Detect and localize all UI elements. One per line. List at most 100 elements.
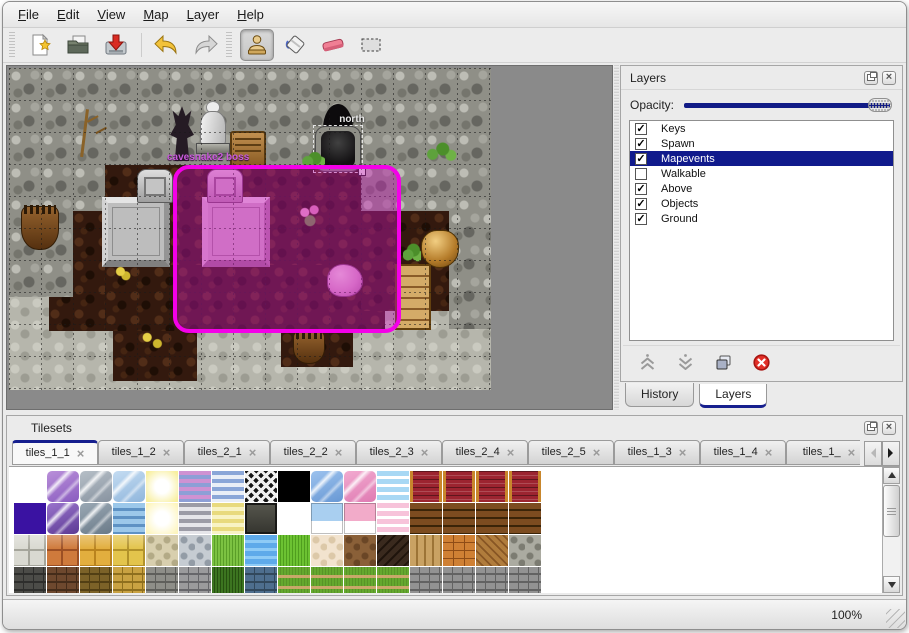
palette-tile[interactable] — [113, 567, 145, 594]
scroll-down-button[interactable] — [883, 576, 900, 593]
palette-tile[interactable] — [509, 471, 541, 502]
palette-tile[interactable] — [344, 567, 376, 594]
close-tab-icon[interactable]: × — [679, 446, 687, 459]
vertical-splitter[interactable] — [613, 65, 620, 410]
palette-tile[interactable] — [476, 471, 508, 502]
dock-tab-layers[interactable]: Layers — [699, 384, 767, 408]
toolbar-drag-grip[interactable] — [9, 32, 15, 58]
palette-tile[interactable] — [179, 471, 211, 502]
close-tab-icon[interactable]: × — [593, 446, 601, 459]
palette-tile[interactable] — [179, 535, 211, 566]
eraser-tool-button[interactable] — [316, 29, 350, 61]
palette-tile[interactable] — [47, 503, 79, 534]
map-canvas[interactable]: cavesnake2 boss north — [6, 65, 613, 410]
palette-tile[interactable] — [311, 471, 343, 502]
close-tab-icon[interactable]: × — [765, 446, 773, 459]
menu-file[interactable]: File — [9, 3, 48, 26]
opacity-slider[interactable] — [684, 96, 892, 114]
close-tab-icon[interactable]: × — [335, 446, 343, 459]
opacity-slider-handle[interactable] — [868, 98, 892, 112]
palette-tile[interactable] — [410, 503, 442, 534]
palette-tile[interactable] — [245, 535, 277, 566]
palette-tile[interactable] — [245, 471, 277, 502]
scroll-tabs-right-button[interactable] — [882, 441, 900, 466]
palette-tile[interactable] — [146, 567, 178, 594]
save-map-button[interactable] — [99, 29, 133, 61]
resize-grip[interactable] — [886, 609, 905, 628]
tileset-tab-tiles_2_2[interactable]: tiles_2_2× — [270, 440, 356, 465]
palette-tile[interactable] — [311, 567, 343, 594]
palette-tile[interactable] — [212, 535, 244, 566]
close-tab-icon[interactable]: × — [77, 447, 85, 460]
palette-tile[interactable] — [509, 503, 541, 534]
palette-tile[interactable] — [14, 567, 46, 594]
raise-layer-button[interactable] — [635, 350, 659, 374]
toolbar-drag-grip[interactable] — [226, 32, 232, 58]
map-selection-rectangle[interactable] — [173, 165, 401, 333]
layer-row-spawn[interactable]: ✓Spawn — [630, 136, 893, 151]
palette-tile[interactable] — [146, 535, 178, 566]
layer-visibility-checkbox[interactable]: ✓ — [635, 183, 647, 195]
float-panel-button[interactable] — [864, 71, 878, 85]
palette-tile[interactable] — [410, 535, 442, 566]
close-tab-icon[interactable]: × — [249, 446, 257, 459]
palette-tile[interactable] — [377, 471, 409, 502]
duplicate-layer-button[interactable] — [711, 350, 735, 374]
layer-row-above[interactable]: ✓Above — [630, 181, 893, 196]
redo-button[interactable] — [188, 29, 222, 61]
tileset-tab-tiles_2_5[interactable]: tiles_2_5× — [528, 440, 614, 465]
close-tab-icon[interactable]: × — [848, 446, 856, 459]
palette-tile[interactable] — [377, 567, 409, 594]
close-panel-button[interactable]: × — [882, 421, 896, 435]
undo-button[interactable] — [150, 29, 184, 61]
tileset-tab-tiles_2_4[interactable]: tiles_2_4× — [442, 440, 528, 465]
palette-tile[interactable] — [278, 535, 310, 566]
palette-tile[interactable] — [410, 471, 442, 502]
palette-tile[interactable] — [146, 503, 178, 534]
tile-palette[interactable] — [9, 466, 900, 594]
palette-tile[interactable] — [443, 471, 475, 502]
layer-visibility-checkbox[interactable] — [635, 168, 647, 180]
palette-tile[interactable] — [14, 503, 46, 534]
palette-tile[interactable] — [80, 535, 112, 566]
menu-edit[interactable]: Edit — [48, 3, 88, 26]
palette-tile[interactable] — [14, 535, 46, 566]
menu-layer[interactable]: Layer — [178, 3, 229, 26]
palette-tile[interactable] — [80, 503, 112, 534]
palette-tile[interactable] — [344, 471, 376, 502]
layer-row-mapevents[interactable]: ✓Mapevents — [630, 151, 893, 166]
new-map-button[interactable] — [23, 29, 57, 61]
palette-tile[interactable] — [212, 471, 244, 502]
menu-map[interactable]: Map — [134, 3, 177, 26]
layer-visibility-checkbox[interactable]: ✓ — [635, 138, 647, 150]
palette-tile[interactable] — [80, 567, 112, 594]
fill-tool-button[interactable] — [278, 29, 312, 61]
palette-tile[interactable] — [476, 503, 508, 534]
palette-tile[interactable] — [113, 503, 145, 534]
palette-tile[interactable] — [113, 471, 145, 502]
palette-tile[interactable] — [212, 503, 244, 534]
scroll-tabs-left-button[interactable] — [864, 441, 882, 466]
dock-tab-history[interactable]: History — [625, 383, 694, 407]
layer-visibility-checkbox[interactable]: ✓ — [635, 198, 647, 210]
palette-tile[interactable] — [179, 503, 211, 534]
close-tab-icon[interactable]: × — [421, 446, 429, 459]
palette-tile[interactable] — [245, 567, 277, 594]
palette-tile[interactable] — [311, 535, 343, 566]
palette-tile[interactable] — [443, 535, 475, 566]
palette-tile[interactable] — [476, 567, 508, 594]
palette-tile[interactable] — [344, 503, 376, 534]
palette-tile[interactable] — [80, 471, 112, 502]
palette-tile[interactable] — [179, 567, 211, 594]
palette-tile[interactable] — [278, 471, 310, 502]
close-tab-icon[interactable]: × — [163, 446, 171, 459]
menu-help[interactable]: Help — [228, 3, 273, 26]
palette-tile[interactable] — [212, 567, 244, 594]
stamp-tool-button[interactable] — [240, 29, 274, 61]
palette-tile[interactable] — [509, 567, 541, 594]
palette-tile[interactable] — [146, 471, 178, 502]
palette-tile[interactable] — [344, 535, 376, 566]
palette-tile[interactable] — [311, 503, 343, 534]
close-panel-button[interactable]: × — [882, 71, 896, 85]
layer-visibility-checkbox[interactable]: ✓ — [635, 213, 647, 225]
